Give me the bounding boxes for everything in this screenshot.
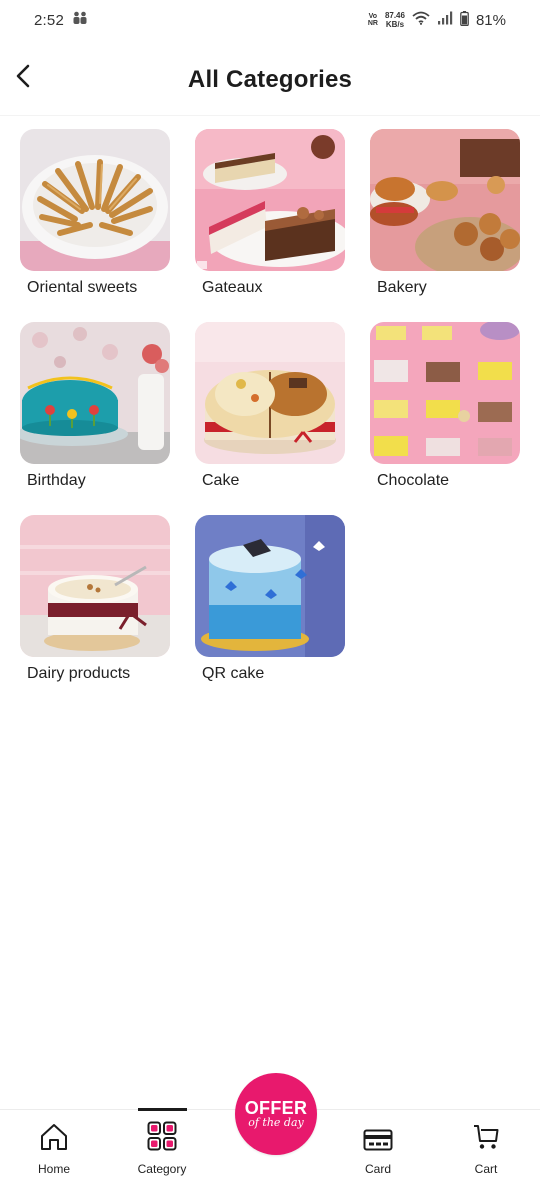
page-title: All Categories: [187, 66, 353, 93]
active-tab-indicator: [138, 1108, 187, 1111]
status-left: 2:52: [34, 11, 88, 29]
category-icon: [147, 1121, 177, 1156]
category-card-birthday[interactable]: Birthday: [20, 322, 172, 490]
cart-icon: [472, 1123, 500, 1156]
people-icon: [72, 11, 88, 29]
oriental-sweets-image: [20, 129, 170, 271]
gateaux-image: [195, 129, 345, 271]
cake-image: [195, 322, 345, 464]
category-label: Oriental sweets: [27, 279, 138, 296]
nav-cart[interactable]: Cart: [446, 1124, 526, 1176]
network-speed: 87.46 KB/s: [384, 11, 405, 29]
nav-category[interactable]: Category: [122, 1121, 202, 1176]
category-label: Gateaux: [202, 279, 263, 296]
qr-cake-image: [195, 515, 345, 657]
nav-card-label: Card: [364, 1162, 391, 1176]
bakery-image: [370, 129, 520, 271]
category-label: Chocolate: [377, 472, 450, 489]
nav-card[interactable]: Card: [338, 1124, 418, 1176]
category-card-qr-cake[interactable]: QR cake: [195, 515, 347, 683]
birthday-image: [20, 322, 170, 464]
offer-of-the-day-button[interactable]: OFFER of the day: [235, 1073, 317, 1155]
offer-sub-text: of the day: [248, 1116, 304, 1129]
network-type: Vo NR: [367, 13, 378, 27]
status-time: 2:52: [34, 11, 64, 29]
status-right: Vo NR 87.46 KB/s 81%: [367, 10, 506, 30]
category-card-bakery[interactable]: Bakery: [370, 129, 522, 297]
nav-home-label: Home: [37, 1162, 70, 1176]
battery-icon: [460, 10, 469, 30]
home-icon: [39, 1123, 69, 1156]
category-card-oriental-sweets[interactable]: Oriental sweets: [20, 129, 172, 297]
signal-icon: [437, 11, 453, 29]
header: All Categories: [0, 40, 540, 116]
category-card-gateaux[interactable]: Gateaux: [195, 129, 347, 297]
category-card-cake[interactable]: Cake: [195, 322, 347, 490]
wifi-icon: [412, 11, 430, 29]
chocolate-image: [370, 322, 520, 464]
offer-main-text: OFFER: [244, 1098, 308, 1118]
category-label: QR cake: [202, 665, 265, 682]
battery-percentage: 81%: [475, 11, 506, 29]
status-bar: 2:52 Vo NR 87.46 KB/s 81%: [0, 0, 540, 40]
category-card-chocolate[interactable]: Chocolate: [370, 322, 522, 490]
category-card-dairy-products[interactable]: Dairy products: [20, 515, 172, 683]
category-label: Bakery: [377, 279, 427, 296]
nav-cart-label: Cart: [474, 1162, 498, 1176]
nav-category-label: Category: [137, 1162, 187, 1176]
category-label: Dairy products: [27, 665, 131, 682]
category-label: Birthday: [27, 472, 86, 489]
dairy-products-image: [20, 515, 170, 657]
nav-home[interactable]: Home: [14, 1124, 94, 1176]
card-icon: [363, 1129, 393, 1156]
category-label: Cake: [202, 472, 240, 489]
